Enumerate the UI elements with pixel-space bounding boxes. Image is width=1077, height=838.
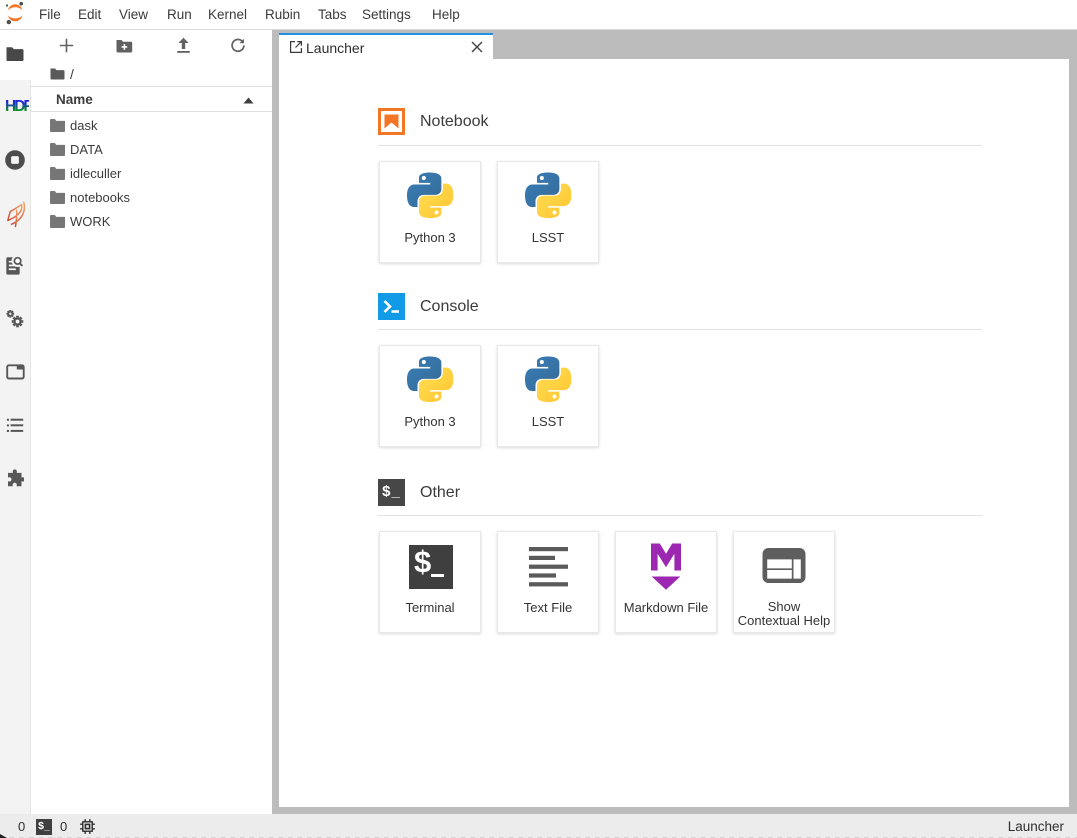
svg-text:HDF: HDF	[5, 98, 29, 115]
